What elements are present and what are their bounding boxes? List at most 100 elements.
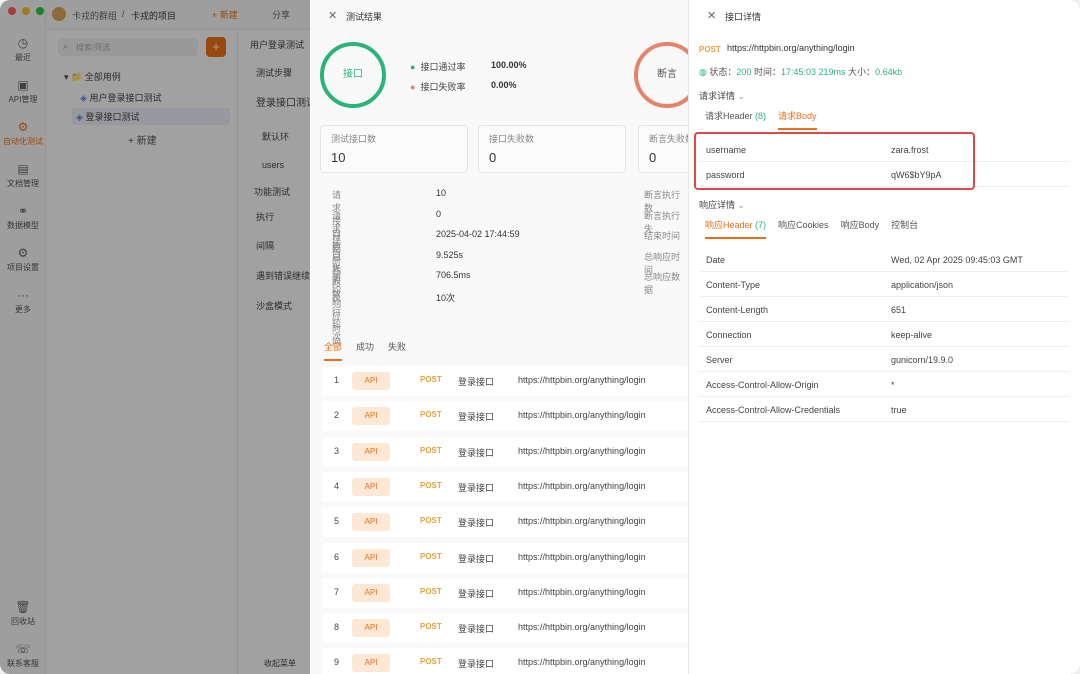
tab-console[interactable]: 控制台 xyxy=(891,218,918,239)
type-badge: API xyxy=(352,407,390,426)
detail-title: 接口详情 xyxy=(725,12,762,22)
interface-url: https://httpbin.org/anything/login xyxy=(518,480,646,491)
interface-detail-drawer: ✕ 接口详情 POST https://httpbin.org/anything… xyxy=(688,0,1080,674)
result-row[interactable]: 8 API POST 登录接口 https://httpbin.org/anything… xyxy=(322,613,688,644)
test-result-drawer: ✕ 测试结果 接口 ● 接口通过率 100.00% ● 接口失败率 0.00% … xyxy=(310,0,786,674)
interface-name: 登录接口 xyxy=(458,624,495,635)
result-row[interactable]: 6 API POST 登录接口 https://httpbin.org/anything… xyxy=(322,542,688,573)
result-row[interactable]: 3 API POST 登录接口 https://httpbin.org/anything… xyxy=(322,436,688,467)
table-row: Server gunicorn/19.9.0 xyxy=(699,347,1069,372)
interface-name: 登录接口 xyxy=(458,553,495,564)
table-row: Access-Control-Allow-Origin * xyxy=(699,372,1069,397)
result-row[interactable]: 9 API POST 登录接口 https://httpbin.org/anything… xyxy=(322,648,688,674)
type-badge: API xyxy=(352,548,390,567)
method-label: POST xyxy=(420,375,442,384)
method-label: POST xyxy=(420,445,442,455)
tab-request-header[interactable]: 请求Header (8) xyxy=(705,109,766,130)
pass-rate-label: ● 接口通过率 xyxy=(410,62,466,72)
response-size: 0.64kb xyxy=(875,67,903,77)
close-icon[interactable]: ✕ xyxy=(707,9,716,22)
row-index: 2 xyxy=(334,410,340,421)
result-row[interactable]: 1 API POST 登录接口 https://httpbin.org/anything… xyxy=(322,366,688,396)
table-row: Content-Length 651 xyxy=(699,297,1069,322)
interface-name: 登录接口 xyxy=(458,518,495,529)
tab-all[interactable]: 全部 xyxy=(324,340,343,361)
interface-name: 登录接口 xyxy=(458,482,495,493)
table-row: Access-Control-Allow-Credentials true xyxy=(699,397,1069,422)
row-index: 1 xyxy=(334,375,340,385)
interface-name: 登录接口 xyxy=(458,447,495,458)
table-row: Date Wed, 02 Apr 2025 09:45:03 GMT xyxy=(699,247,1069,272)
interface-pass-ring: 接口 xyxy=(320,42,386,108)
tab-response-header[interactable]: 响应Header (7) xyxy=(705,218,767,239)
response-section-title[interactable]: 响应详情 ⌄ xyxy=(699,198,745,211)
request-tabs: 请求Header (8) 请求Body xyxy=(705,109,817,130)
fail-rate-value: 0.00% xyxy=(491,80,517,90)
interface-url: https://httpbin.org/anything/login xyxy=(518,410,646,421)
result-filter-tabs: 全部 成功 失败 xyxy=(324,340,406,361)
row-index: 5 xyxy=(334,516,340,527)
row-index: 6 xyxy=(334,551,340,562)
stat-box-tested: 测试接口数 10 xyxy=(320,125,468,173)
method-label: POST xyxy=(420,410,442,420)
type-badge: API xyxy=(352,513,390,532)
type-badge: API xyxy=(352,442,390,461)
result-row[interactable]: 5 API POST 登录接口 https://httpbin.org/anything… xyxy=(322,507,688,538)
row-index: 9 xyxy=(334,657,340,668)
method-label: POST xyxy=(420,551,442,561)
type-badge: API xyxy=(352,619,390,638)
status-code: 200 xyxy=(736,67,752,77)
method-label: POST xyxy=(420,480,442,490)
interface-name: 登录接口 xyxy=(458,588,495,599)
highlight-box xyxy=(694,132,975,190)
pass-rate-value: 100.00% xyxy=(491,60,527,70)
interface-url: https://httpbin.org/anything/login xyxy=(518,445,646,456)
detail-key-right: 结束时间 xyxy=(644,231,681,241)
fail-rate-label: ● 接口失败率 xyxy=(410,82,466,92)
method-label: POST xyxy=(420,622,442,632)
table-row: Content-Type application/json xyxy=(699,272,1069,297)
interface-url: https://httpbin.org/anything/login xyxy=(518,375,646,385)
tab-response-body[interactable]: 响应Body xyxy=(841,218,880,239)
method-label: POST xyxy=(420,657,442,667)
tab-success[interactable]: 成功 xyxy=(356,340,374,361)
chevron-down-icon: ⌄ xyxy=(737,91,746,101)
tab-fail[interactable]: 失败 xyxy=(388,340,406,361)
interface-url: https://httpbin.org/anything/login xyxy=(518,551,646,562)
status-line: ◍ 状态：200 时间：17:45:03 219ms 大小：0.64kb xyxy=(699,67,903,77)
method-badge: POST xyxy=(699,45,721,54)
detail-key-right: 总响应数据 xyxy=(644,272,681,295)
row-index: 4 xyxy=(334,480,340,491)
interface-name: 登录接口 xyxy=(458,412,495,423)
type-badge: API xyxy=(352,583,390,602)
table-row: Connection keep-alive xyxy=(699,322,1069,347)
tab-request-body[interactable]: 请求Body xyxy=(778,109,817,130)
row-index: 8 xyxy=(334,622,340,633)
row-index: 7 xyxy=(334,586,340,597)
interface-name: 登录接口 xyxy=(458,659,495,670)
result-row[interactable]: 2 API POST 登录接口 https://httpbin.org/anything… xyxy=(322,401,688,432)
interface-name: 登录接口 xyxy=(458,377,495,387)
stat-box-failed: 接口失败数 0 xyxy=(478,125,626,173)
tab-response-cookies[interactable]: 响应Cookies xyxy=(778,218,829,239)
interface-url: https://httpbin.org/anything/login xyxy=(518,657,646,668)
type-badge: API xyxy=(352,654,390,673)
response-header-table: Date Wed, 02 Apr 2025 09:45:03 GMT Conten… xyxy=(699,247,1069,422)
interface-url: https://httpbin.org/anything/login xyxy=(518,516,646,527)
result-row[interactable]: 4 API POST 登录接口 https://httpbin.org/anything… xyxy=(322,471,688,502)
app-window: ◷ 最近 ▣ API管理 ⚙ 自动化测试 ▤ 文档管理 ⚭ 数据模型 ⚙ 项目设置 ··· 更… xyxy=(0,0,1080,674)
result-title: 测试结果 xyxy=(346,12,383,22)
interface-url: https://httpbin.org/anything/login xyxy=(518,586,646,597)
method-label: POST xyxy=(420,586,442,596)
method-label: POST xyxy=(420,516,442,526)
type-badge: API xyxy=(352,477,390,496)
close-icon[interactable]: ✕ xyxy=(328,9,337,22)
chevron-down-icon: ⌄ xyxy=(737,200,746,210)
result-row[interactable]: 7 API POST 登录接口 https://httpbin.org/anything… xyxy=(322,577,688,608)
type-badge: API xyxy=(352,372,390,390)
request-section-title[interactable]: 请求详情 ⌄ xyxy=(699,89,745,102)
response-time: 17:45:03 xyxy=(780,67,816,77)
response-duration: 219ms xyxy=(818,67,846,77)
interface-url: https://httpbin.org/anything/login xyxy=(518,622,646,633)
row-index: 3 xyxy=(334,445,340,456)
